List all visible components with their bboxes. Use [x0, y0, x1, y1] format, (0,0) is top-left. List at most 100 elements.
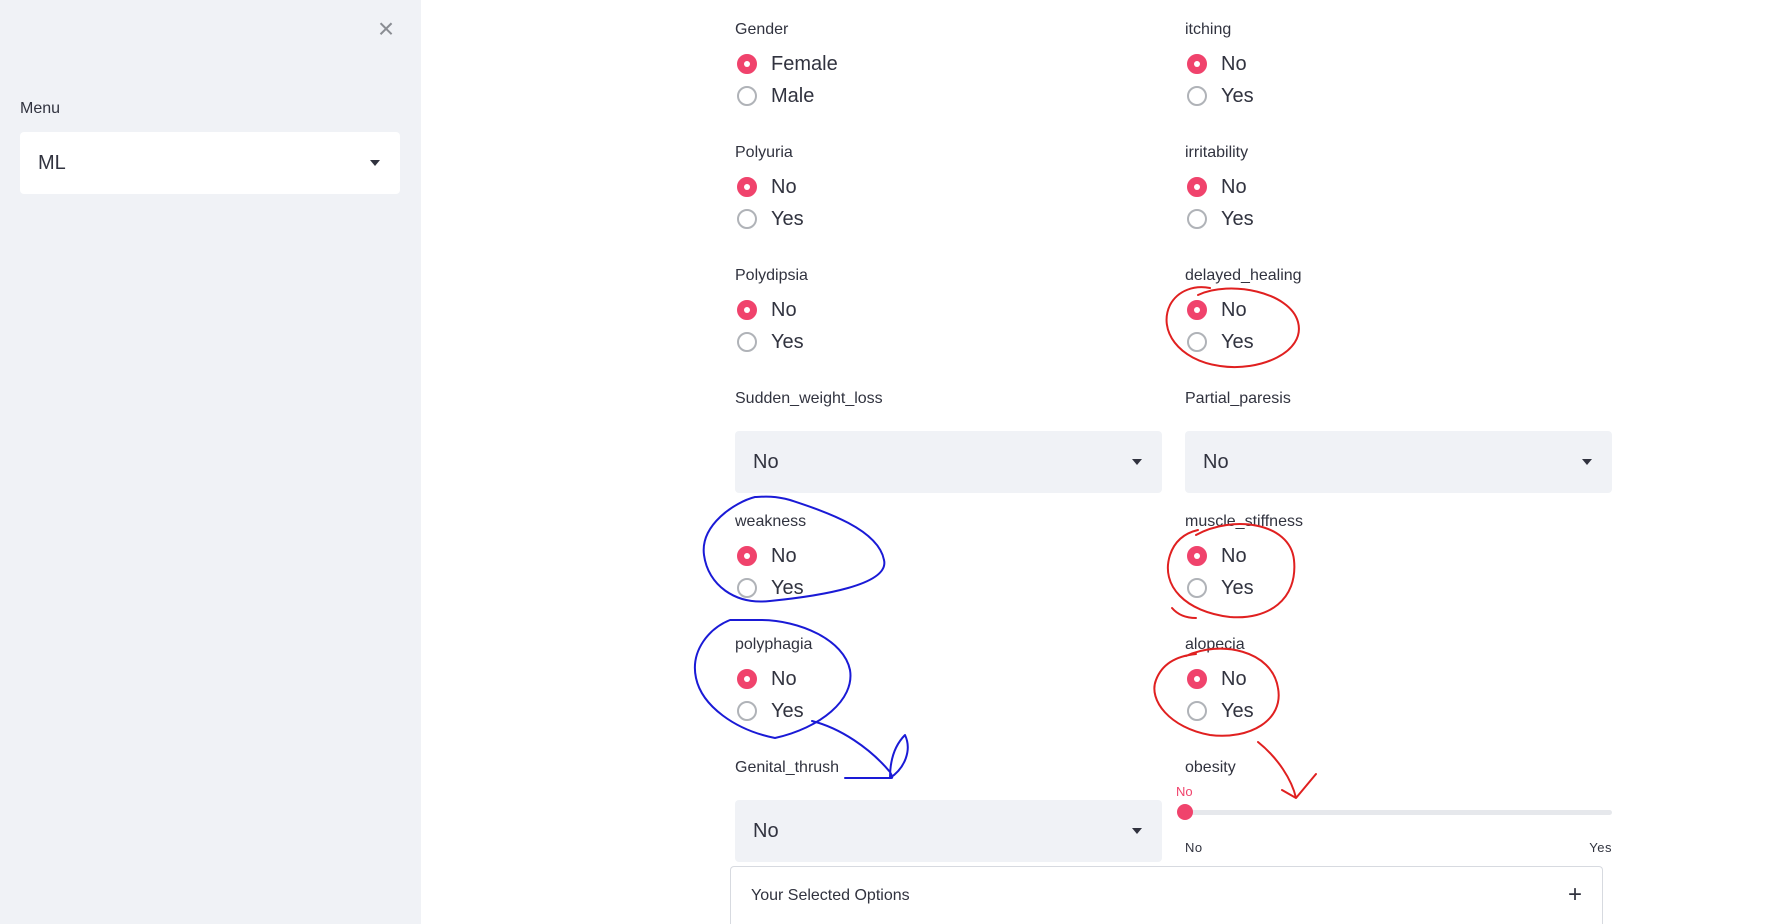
- field-weakness: weakness No Yes: [735, 512, 1162, 604]
- radio-checked-icon[interactable]: [737, 546, 757, 566]
- radio-option-yes[interactable]: Yes: [1185, 203, 1612, 235]
- radio-unchecked-icon[interactable]: [1187, 578, 1207, 598]
- radio-option-label: Yes: [1221, 576, 1254, 599]
- radio-option-no[interactable]: No: [1185, 48, 1612, 80]
- radio-option-yes[interactable]: Yes: [735, 572, 1162, 604]
- radio-option-label: No: [771, 175, 797, 198]
- radio-option-yes[interactable]: Yes: [735, 203, 1162, 235]
- radio-checked-icon[interactable]: [1187, 177, 1207, 197]
- radio-unchecked-icon[interactable]: [1187, 86, 1207, 106]
- radio-checked-icon[interactable]: [1187, 54, 1207, 74]
- radio-group-alopecia: No Yes: [1185, 663, 1612, 727]
- radio-option-yes[interactable]: Yes: [735, 326, 1162, 358]
- radio-option-yes[interactable]: Yes: [1185, 80, 1612, 112]
- radio-option-label: Male: [771, 84, 815, 107]
- radio-group-irritability: No Yes: [1185, 171, 1612, 235]
- menu-label: Menu: [20, 100, 61, 117]
- radio-group-gender: Female Male: [735, 48, 1162, 112]
- radio-option-label: No: [1221, 175, 1247, 198]
- slider-track[interactable]: [1185, 810, 1612, 815]
- field-sudden-weight-loss: Sudden_weight_loss No: [735, 389, 1162, 493]
- radio-checked-icon[interactable]: [1187, 546, 1207, 566]
- radio-option-yes[interactable]: Yes: [1185, 326, 1612, 358]
- radio-unchecked-icon[interactable]: [1187, 209, 1207, 229]
- radio-option-no[interactable]: No: [1185, 294, 1612, 326]
- select-value: No: [753, 819, 779, 842]
- radio-unchecked-icon[interactable]: [737, 86, 757, 106]
- radio-option-label: Yes: [1221, 330, 1254, 353]
- radio-checked-icon[interactable]: [737, 177, 757, 197]
- radio-checked-icon[interactable]: [737, 54, 757, 74]
- radio-unchecked-icon[interactable]: [737, 209, 757, 229]
- radio-unchecked-icon[interactable]: [1187, 332, 1207, 352]
- select-genital-thrush[interactable]: No: [735, 800, 1162, 862]
- radio-unchecked-icon[interactable]: [737, 578, 757, 598]
- field-partial-paresis: Partial_paresis No: [1185, 389, 1612, 493]
- field-genital-thrush: Genital_thrush No: [735, 758, 1162, 862]
- radio-option-no[interactable]: No: [1185, 171, 1612, 203]
- slider-current-value: No: [1176, 784, 1193, 799]
- slider-min-label: No: [1185, 840, 1203, 855]
- radio-option-yes[interactable]: Yes: [735, 695, 1162, 727]
- radio-option-no[interactable]: No: [735, 171, 1162, 203]
- radio-option-label: Yes: [771, 207, 804, 230]
- field-alopecia: alopecia No Yes: [1185, 635, 1612, 727]
- radio-unchecked-icon[interactable]: [1187, 701, 1207, 721]
- radio-checked-icon[interactable]: [737, 300, 757, 320]
- select-value: No: [753, 450, 779, 473]
- field-label: Polyuria: [735, 144, 793, 161]
- radio-option-label: Yes: [1221, 84, 1254, 107]
- radio-option-label: Yes: [771, 576, 804, 599]
- expander-label: Your Selected Options: [751, 886, 910, 904]
- field-label: obesity: [1185, 759, 1236, 776]
- field-delayed-healing: delayed_healing No Yes: [1185, 266, 1612, 358]
- radio-checked-icon[interactable]: [1187, 300, 1207, 320]
- radio-option-no[interactable]: No: [735, 663, 1162, 695]
- field-label: delayed_healing: [1185, 267, 1302, 284]
- close-sidebar-icon[interactable]: ×: [371, 14, 401, 44]
- radio-option-label: No: [771, 298, 797, 321]
- radio-unchecked-icon[interactable]: [737, 332, 757, 352]
- radio-option-label: No: [1221, 52, 1247, 75]
- radio-option-label: No: [1221, 544, 1247, 567]
- radio-option-yes[interactable]: Yes: [1185, 572, 1612, 604]
- radio-option-label: Yes: [1221, 207, 1254, 230]
- select-partial-paresis[interactable]: No: [1185, 431, 1612, 493]
- radio-option-label: No: [771, 544, 797, 567]
- radio-option-no[interactable]: No: [1185, 663, 1612, 695]
- radio-option-label: Yes: [1221, 699, 1254, 722]
- menu-select-value: ML: [38, 151, 66, 174]
- field-obesity: obesity No No Yes: [1176, 758, 1612, 858]
- radio-group-itching: No Yes: [1185, 48, 1612, 112]
- chevron-down-icon: [1582, 459, 1592, 465]
- radio-option-label: No: [1221, 298, 1247, 321]
- radio-option-female[interactable]: Female: [735, 48, 1162, 80]
- select-sudden-weight-loss[interactable]: No: [735, 431, 1162, 493]
- selected-options-expander[interactable]: Your Selected Options +: [730, 866, 1603, 924]
- radio-group-weakness: No Yes: [735, 540, 1162, 604]
- radio-option-no[interactable]: No: [1185, 540, 1612, 572]
- radio-group-polyuria: No Yes: [735, 171, 1162, 235]
- radio-option-label: No: [1221, 667, 1247, 690]
- menu-select[interactable]: ML: [20, 132, 400, 194]
- radio-group-polydipsia: No Yes: [735, 294, 1162, 358]
- field-label: alopecia: [1185, 636, 1245, 653]
- red-hook: [1171, 607, 1197, 619]
- field-label: Partial_paresis: [1185, 390, 1291, 407]
- sidebar: × Menu ML: [0, 0, 421, 924]
- select-value: No: [1203, 450, 1229, 473]
- radio-option-label: No: [771, 667, 797, 690]
- radio-checked-icon[interactable]: [1187, 669, 1207, 689]
- radio-group-muscle-stiffness: No Yes: [1185, 540, 1612, 604]
- slider-max-label: Yes: [1589, 840, 1612, 855]
- slider-thumb[interactable]: [1177, 804, 1193, 820]
- radio-option-male[interactable]: Male: [735, 80, 1162, 112]
- radio-option-yes[interactable]: Yes: [1185, 695, 1612, 727]
- radio-option-no[interactable]: No: [735, 294, 1162, 326]
- radio-option-no[interactable]: No: [735, 540, 1162, 572]
- field-itching: itching No Yes: [1185, 20, 1612, 112]
- radio-unchecked-icon[interactable]: [737, 701, 757, 721]
- radio-checked-icon[interactable]: [737, 669, 757, 689]
- field-label: itching: [1185, 21, 1232, 38]
- field-label: Gender: [735, 21, 789, 38]
